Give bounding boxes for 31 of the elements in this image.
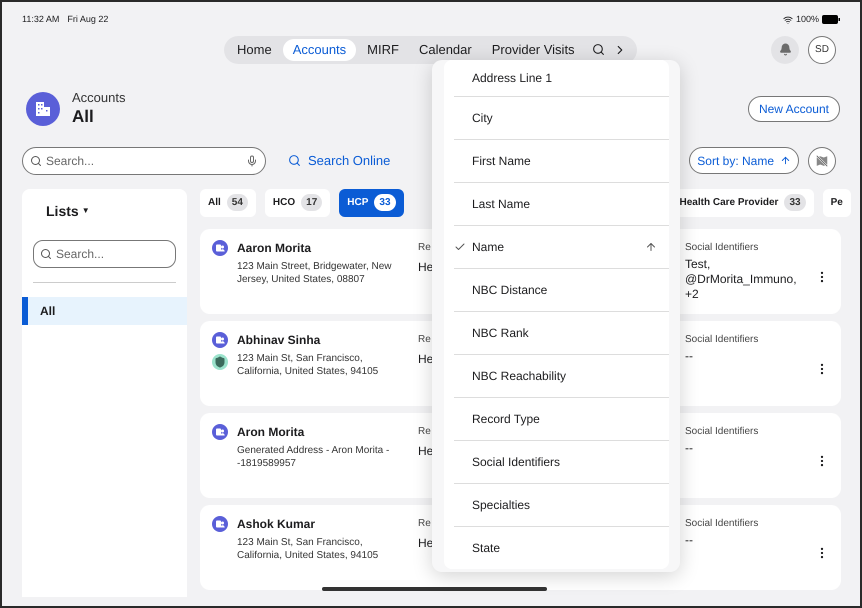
column-value: He xyxy=(418,258,434,276)
social-label: Social Identifiers xyxy=(685,516,760,530)
caret-icon: ▼ xyxy=(82,205,90,217)
account-address: 123 Main St, San Francisco, California, United States, 94105 xyxy=(237,536,380,562)
battery-percent: 100% xyxy=(796,13,819,26)
page-title: Accounts xyxy=(72,90,126,106)
account-name: Aaron Morita xyxy=(237,240,312,256)
social-label: Social Identifiers xyxy=(685,240,760,254)
social-value: Test, @DrMorita_Immuno, +2 xyxy=(685,256,798,302)
account-address: 123 Main St, San Francisco, California, United States, 94105 xyxy=(237,352,380,378)
social-value: -- xyxy=(685,532,694,548)
column-value: He xyxy=(418,442,434,460)
column-value: He xyxy=(418,350,434,368)
column-label: Re xyxy=(418,424,432,438)
lists-title: Lists xyxy=(46,202,79,220)
account-name: Abhinav Sinha xyxy=(237,332,322,348)
column-label: Re xyxy=(418,240,432,254)
social-value: -- xyxy=(685,440,694,456)
column-value: He xyxy=(418,534,434,552)
column-label: Re xyxy=(418,516,432,530)
account-name: Aron Morita xyxy=(237,424,306,440)
account-name: Ashok Kumar xyxy=(237,516,316,532)
account-address: Generated Address - Aron Morita - -1819589957 xyxy=(237,444,390,470)
column-label: Re xyxy=(418,332,432,346)
status-time: 11:32 AM xyxy=(22,13,60,26)
status-date: Fri Aug 22 xyxy=(67,13,108,26)
social-value: -- xyxy=(685,348,694,364)
account-address: 123 Main Street, Bridgewater, New Jersey, United States, 08807 xyxy=(237,260,393,286)
page-subtitle: All xyxy=(72,106,95,128)
social-label: Social Identifiers xyxy=(685,332,760,346)
social-label: Social Identifiers xyxy=(685,424,760,438)
